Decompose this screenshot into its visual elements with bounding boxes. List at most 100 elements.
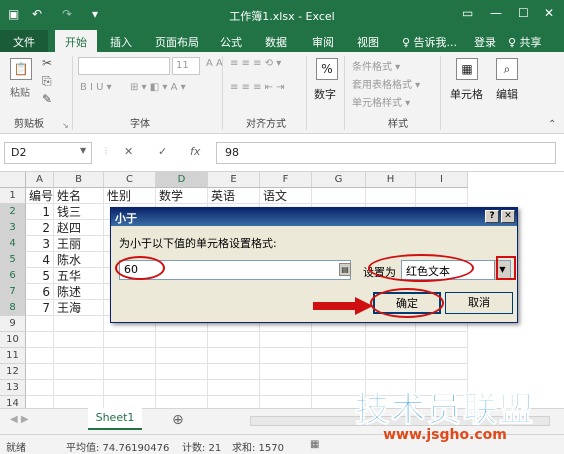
close-icon[interactable]: ✕ [501,210,515,223]
maximize-icon[interactable]: ☐ [518,6,529,20]
table-cell[interactable]: 数学 [156,188,208,204]
table-format-button[interactable]: 套用表格格式 ▾ [352,76,420,91]
table-cell[interactable] [366,364,416,380]
table-cell[interactable]: 性别 [104,188,156,204]
row-header[interactable]: 9 [0,316,26,332]
table-cell[interactable]: 英语 [208,188,260,204]
table-cell[interactable] [260,332,312,348]
table-cell[interactable]: 3 [26,236,54,252]
cancel-icon[interactable]: ✕ [124,145,133,158]
view-normal-icon[interactable]: ▦ [310,439,319,450]
table-cell[interactable] [416,364,468,380]
paste-icon[interactable]: 📋 [10,58,32,80]
table-cell[interactable] [26,380,54,396]
collapse-ribbon-icon[interactable]: ⌃ [548,119,556,130]
sheet-tab-sheet1[interactable]: Sheet1 [88,408,142,430]
cancel-button[interactable]: 取消 [445,292,513,314]
search-icon[interactable]: ⌕ [496,58,518,80]
row-header[interactable]: 10 [0,332,26,348]
table-cell[interactable]: 王海 [54,300,104,316]
row-header[interactable]: 6 [0,268,26,284]
row-header[interactable]: 4 [0,236,26,252]
range-picker-icon[interactable]: ▤ [339,263,351,276]
row-header[interactable]: 12 [0,364,26,380]
table-cell[interactable] [26,316,54,332]
insert-function-button[interactable]: fx [190,145,200,158]
table-cell[interactable] [366,332,416,348]
tab-page-layout[interactable]: 页面布局 [155,34,199,50]
table-cell[interactable]: 陈述 [54,284,104,300]
cells-icon[interactable]: ▦ [456,58,478,80]
table-cell[interactable]: 五华 [54,268,104,284]
column-header[interactable]: B [54,172,104,188]
table-cell[interactable]: 姓名 [54,188,104,204]
table-cell[interactable] [54,380,104,396]
column-header[interactable]: C [104,172,156,188]
table-cell[interactable] [156,364,208,380]
formula-input[interactable]: 98 [216,142,556,164]
table-cell[interactable]: 2 [26,220,54,236]
table-cell[interactable] [366,348,416,364]
row-header[interactable]: 13 [0,380,26,396]
table-cell[interactable]: 4 [26,252,54,268]
table-cell[interactable] [54,364,104,380]
row-header[interactable]: 3 [0,220,26,236]
format-painter-icon[interactable]: ✎ [42,92,52,106]
table-cell[interactable]: 7 [26,300,54,316]
cell-style-button[interactable]: 单元格样式 ▾ [352,94,410,109]
table-cell[interactable]: 王丽 [54,236,104,252]
tab-file[interactable]: 文件 [0,30,48,52]
column-header[interactable]: G [312,172,366,188]
table-cell[interactable] [26,348,54,364]
row-header[interactable]: 1 [0,188,26,204]
row-header[interactable]: 5 [0,252,26,268]
tab-home[interactable]: 开始 [55,30,97,52]
minimize-icon[interactable]: — [490,6,502,20]
row-header[interactable]: 2 [0,204,26,220]
ribbon-display-icon[interactable]: ▭ [462,6,473,20]
name-box-dropdown-icon[interactable]: ▼ [80,146,86,155]
table-cell[interactable] [208,380,260,396]
column-header[interactable]: E [208,172,260,188]
dialog-launcher-icon[interactable]: ↘ [62,121,69,130]
column-header[interactable]: A [26,172,54,188]
sign-in-link[interactable]: 登录 [474,34,496,50]
table-cell[interactable] [156,348,208,364]
conditional-format-button[interactable]: 条件格式 ▾ [352,58,400,73]
table-cell[interactable] [312,188,366,204]
table-cell[interactable] [366,188,416,204]
table-cell[interactable] [208,332,260,348]
table-cell[interactable] [54,332,104,348]
tab-data[interactable]: 数据 [265,34,287,50]
copy-icon[interactable]: ⎘ [42,74,52,89]
share-button[interactable]: ♀ 共享 [508,34,542,50]
table-cell[interactable]: 5 [26,268,54,284]
table-cell[interactable] [260,364,312,380]
table-cell[interactable]: 陈水 [54,252,104,268]
align-left-icons[interactable]: ≡ ≡ ≡ ⇤ ⇥ [230,82,285,93]
column-header[interactable]: H [366,172,416,188]
table-cell[interactable] [416,188,468,204]
align-top-icons[interactable]: ≡ ≡ ≡ ⟲ ▾ [230,58,281,69]
help-button[interactable]: ? [485,210,499,223]
add-sheet-icon[interactable]: ⊕ [172,412,184,428]
table-cell[interactable] [208,364,260,380]
table-cell[interactable] [104,380,156,396]
font-name-box[interactable] [78,57,170,75]
row-header[interactable]: 7 [0,284,26,300]
row-header[interactable]: 11 [0,348,26,364]
table-cell[interactable] [104,364,156,380]
column-header[interactable]: D [156,172,208,188]
cells-button[interactable]: 单元格 [450,86,483,102]
sheet-nav-icons[interactable]: ◀ ▶ [10,414,29,425]
paste-button[interactable]: 粘贴 [10,84,30,99]
table-cell[interactable]: 1 [26,204,54,220]
tab-insert[interactable]: 插入 [110,34,132,50]
table-cell[interactable] [104,348,156,364]
table-cell[interactable]: 6 [26,284,54,300]
tell-me-search[interactable]: ♀ 告诉我... [402,34,457,50]
table-cell[interactable]: 钱三 [54,204,104,220]
table-cell[interactable] [104,332,156,348]
cut-icon[interactable]: ✂ [42,56,52,70]
number-format-button[interactable]: 数字 [314,86,336,102]
